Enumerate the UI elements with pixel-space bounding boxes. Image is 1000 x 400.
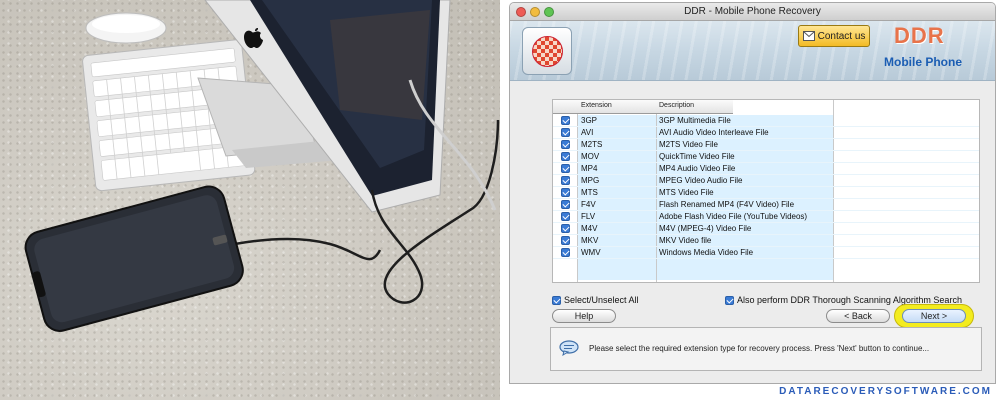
column-header-extension[interactable]: Extension [581, 102, 612, 109]
row-extension: MOV [581, 152, 600, 161]
app-panel: DDR - Mobile Phone Recovery Contact us D… [505, 0, 1000, 400]
speech-bubble-icon [559, 340, 579, 356]
row-extension: FLV [581, 212, 596, 221]
website-watermark: DATARECOVERYSOFTWARE.COM [779, 386, 992, 397]
row-description: Adobe Flash Video File (YouTube Videos) [659, 212, 808, 221]
envelope-icon [802, 31, 815, 41]
row-extension: MTS [581, 188, 598, 197]
row-checkbox[interactable] [561, 152, 570, 161]
thorough-scan-checkbox[interactable] [725, 295, 734, 305]
row-description: Flash Renamed MP4 (F4V Video) File [659, 200, 795, 209]
row-description: AVI Audio Video Interleave File [659, 128, 769, 137]
app-banner: Contact us DDR Mobile Phone [510, 21, 995, 81]
desk-photo [0, 0, 500, 400]
contact-us-button[interactable]: Contact us [798, 25, 870, 47]
row-description: Windows Media Video File [659, 248, 754, 257]
screenshot-composite: DDR - Mobile Phone Recovery Contact us D… [0, 0, 1000, 400]
row-checkbox[interactable] [561, 236, 570, 245]
row-extension: WMV [581, 248, 601, 257]
contact-us-label: Contact us [817, 30, 866, 42]
row-extension: F4V [581, 200, 596, 209]
row-extension: AVI [581, 128, 594, 137]
status-message-box: Please select the required extension typ… [550, 327, 982, 371]
table-row[interactable]: MP4 MP4 Audio Video File [553, 163, 979, 175]
row-extension: 3GP [581, 116, 598, 125]
row-extension: MKV [581, 236, 599, 245]
row-checkbox[interactable] [561, 248, 570, 257]
row-checkbox[interactable] [561, 164, 570, 173]
row-description: 3GP Multimedia File [659, 116, 731, 125]
window-title: DDR - Mobile Phone Recovery [684, 6, 821, 17]
row-checkbox[interactable] [561, 116, 570, 125]
table-row[interactable]: FLV Adobe Flash Video File (YouTube Video… [553, 211, 979, 223]
row-checkbox[interactable] [561, 212, 570, 221]
row-checkbox[interactable] [561, 200, 570, 209]
row-description: QuickTime Video File [659, 152, 735, 161]
title-bar: DDR - Mobile Phone Recovery [510, 3, 995, 21]
row-description: M2TS Video File [659, 140, 718, 149]
table-row[interactable]: MOV QuickTime Video File [553, 151, 979, 163]
row-description: MKV Video file [659, 236, 712, 245]
help-button[interactable]: Help [552, 309, 616, 323]
logo-ball-icon [532, 36, 563, 67]
select-all-option[interactable]: Select/Unselect All [552, 295, 639, 305]
row-extension: M2TS [581, 140, 603, 149]
table-row[interactable]: M2TS M2TS Video File [553, 139, 979, 151]
table-row[interactable]: WMV Windows Media Video File [553, 247, 979, 259]
table-row[interactable]: 3GP 3GP Multimedia File [553, 115, 979, 127]
smartphone-icon [24, 185, 244, 332]
row-description: MP4 Audio Video File [659, 164, 736, 173]
select-all-label: Select/Unselect All [564, 295, 639, 305]
table-header: Extension Description [553, 100, 733, 114]
table-row[interactable]: MPG MPEG Video Audio File [553, 175, 979, 187]
row-checkbox[interactable] [561, 176, 570, 185]
row-checkbox[interactable] [561, 224, 570, 233]
brand-subtitle: Mobile Phone [884, 55, 962, 69]
table-row[interactable]: F4V Flash Renamed MP4 (F4V Video) File [553, 199, 979, 211]
table-row[interactable]: M4V M4V (MPEG-4) Video File [553, 223, 979, 235]
brand-title: DDR [894, 23, 945, 48]
row-description: M4V (MPEG-4) Video File [659, 224, 752, 233]
table-row[interactable]: AVI AVI Audio Video Interleave File [553, 127, 979, 139]
row-extension: MPG [581, 176, 600, 185]
column-header-description[interactable]: Description [659, 102, 694, 109]
status-message-text: Please select the required extension typ… [589, 344, 930, 353]
extension-table: Extension Description 3GP 3GP Multimedia … [552, 99, 980, 283]
next-button[interactable]: Next > [902, 309, 966, 323]
row-checkbox[interactable] [561, 188, 570, 197]
row-description: MTS Video File [659, 188, 714, 197]
row-extension: MP4 [581, 164, 598, 173]
desk-illustration [24, 0, 500, 332]
row-checkbox[interactable] [561, 140, 570, 149]
table-row[interactable]: MTS MTS Video File [553, 187, 979, 199]
row-checkbox[interactable] [561, 128, 570, 137]
app-logo [522, 27, 572, 75]
app-window: DDR - Mobile Phone Recovery Contact us D… [509, 2, 996, 384]
table-row[interactable]: MKV MKV Video file [553, 235, 979, 247]
row-extension: M4V [581, 224, 598, 233]
select-all-checkbox[interactable] [552, 295, 561, 305]
row-description: MPEG Video Audio File [659, 176, 743, 185]
back-button[interactable]: < Back [826, 309, 890, 323]
